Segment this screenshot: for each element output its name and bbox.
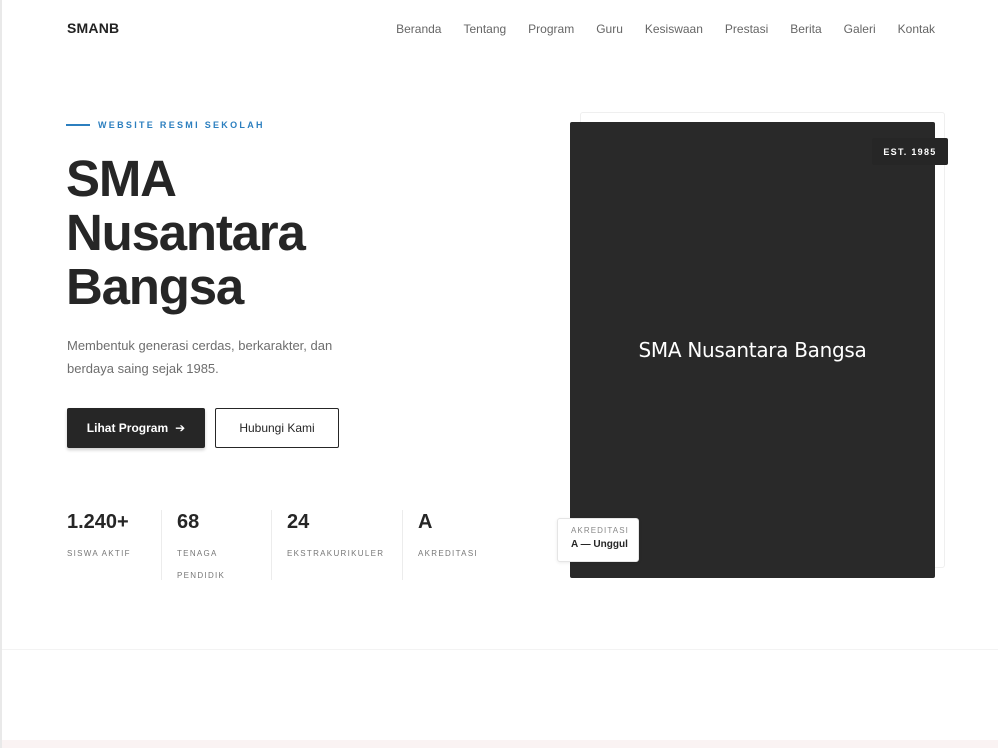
accreditation-badge: AKREDITASI A — Unggul — [557, 518, 639, 562]
stat-label: SISWA AKTIF — [67, 549, 131, 558]
view-program-button[interactable]: Lihat Program ➔ — [67, 408, 205, 448]
stat-value: 68 — [177, 511, 200, 533]
stat-value: A — [418, 511, 433, 533]
contact-us-label: Hubungi Kami — [239, 421, 315, 435]
next-section-band — [2, 740, 998, 748]
stat-label: TENAGA PENDIDIK — [177, 549, 226, 580]
hero-title: SMA Nusantara Bangsa — [66, 152, 466, 314]
nav-item-beranda[interactable]: Beranda — [396, 22, 441, 36]
hero-title-line: Nusantara — [66, 204, 306, 261]
hero-title-line: SMA — [66, 150, 177, 207]
view-program-label: Lihat Program — [86, 421, 169, 435]
stat-item: 68 TENAGA PENDIDIK — [161, 510, 271, 580]
stat-value: 24 — [287, 511, 310, 533]
nav-item-prestasi[interactable]: Prestasi — [725, 22, 768, 36]
stat-label: AKREDITASI — [418, 549, 478, 558]
main-menu: Beranda Tentang Program Guru Kesiswaan P… — [396, 22, 935, 36]
page-frame-edge — [0, 0, 2, 748]
nav-item-guru[interactable]: Guru — [596, 22, 623, 36]
hero-eyebrow: WEBSITE RESMI SEKOLAH — [66, 120, 265, 130]
established-badge: EST. 1985 — [872, 138, 948, 165]
stat-label: EKSTRAKURIKULER — [287, 549, 385, 558]
accreditation-value: A — Unggul — [571, 539, 628, 550]
accreditation-label: AKREDITASI — [571, 526, 629, 535]
stat-item: A AKREDITASI — [402, 510, 502, 580]
eyebrow-line — [66, 124, 90, 126]
stat-item: 24 EKSTRAKURIKULER — [271, 510, 402, 580]
nav-item-program[interactable]: Program — [528, 22, 574, 36]
stats-row: 1.240+ SISWA AKTIF 68 TENAGA PENDIDIK 24… — [67, 510, 502, 580]
stat-item: 1.240+ SISWA AKTIF — [67, 510, 161, 580]
eyebrow-text: WEBSITE RESMI SEKOLAH — [98, 120, 265, 130]
nav-item-kontak[interactable]: Kontak — [898, 22, 935, 36]
brand-logo[interactable]: SMANB — [67, 20, 119, 36]
arrow-right-icon: ➔ — [175, 421, 186, 435]
hero-title-line: Bangsa — [66, 258, 244, 315]
nav-item-tentang[interactable]: Tentang — [463, 22, 506, 36]
nav-item-kesiswaan[interactable]: Kesiswaan — [645, 22, 703, 36]
hero-description: Membentuk generasi cerdas, berkarakter, … — [67, 338, 333, 376]
nav-item-berita[interactable]: Berita — [790, 22, 821, 36]
hero-card-title: SMA Nusantara Bangsa — [638, 338, 867, 362]
navbar: SMANB Beranda Tentang Program Guru Kesis… — [0, 0, 998, 58]
stat-value: 1.240+ — [67, 511, 129, 533]
section-divider — [2, 649, 998, 650]
hero-image-card: SMA Nusantara Bangsa — [570, 122, 935, 578]
contact-us-button[interactable]: Hubungi Kami — [215, 408, 339, 448]
nav-item-galeri[interactable]: Galeri — [844, 22, 876, 36]
